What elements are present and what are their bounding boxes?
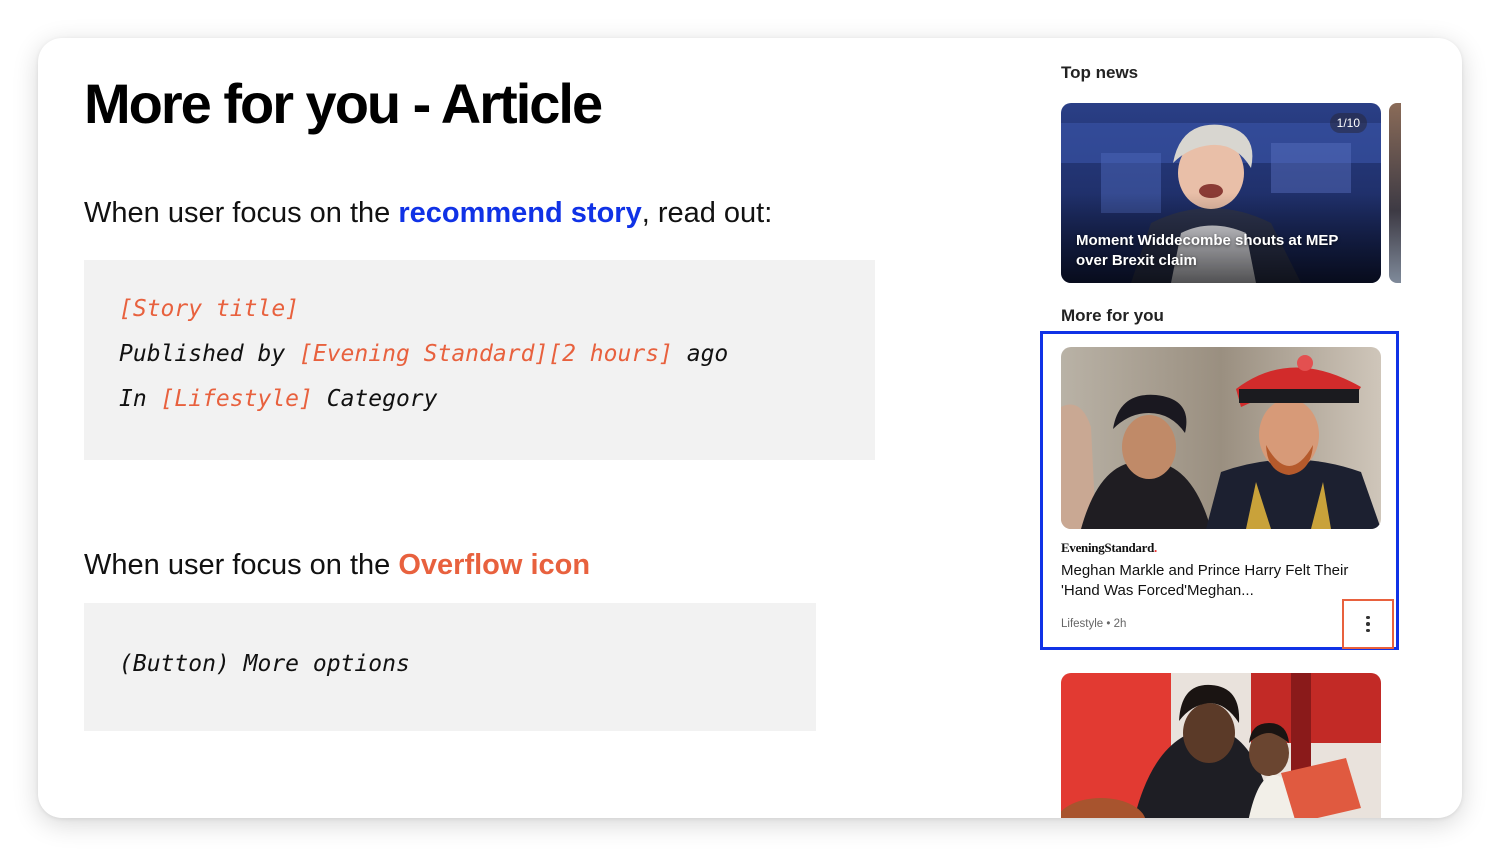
prompt-text: When user focus on the: [84, 197, 399, 229]
more-for-you-label: More for you: [1061, 306, 1164, 325]
story-title-var: [Story title]: [119, 296, 300, 322]
code-line-button: (Button) More options: [119, 651, 410, 677]
second-story-image: [1061, 673, 1381, 818]
publisher-logo-dot: .: [1154, 540, 1157, 555]
top-news-headline: Moment Widdecombe shouts at MEP over Bre…: [1076, 232, 1339, 269]
ago-text: ago: [672, 341, 729, 367]
category-text: Category: [312, 386, 438, 412]
prompt-text-end: , read out:: [641, 197, 773, 229]
code-line-1: [Story title]: [119, 296, 299, 322]
publisher-logo: EveningStandard.: [1061, 540, 1157, 556]
overflow-code-block: (Button) More options: [84, 603, 816, 731]
publisher-name: EveningStandard: [1061, 540, 1155, 555]
overflow-icon-prompt: When user focus on the Overflow icon: [84, 547, 590, 583]
top-news-card[interactable]: 1/10 Moment Widdecombe shouts at MEP ove…: [1061, 103, 1381, 283]
code-line-2: Published by [Evening Standard][2 hours]…: [119, 341, 728, 367]
in-text: In: [119, 386, 161, 412]
readout-code-block: [Story title] Published by [Evening Stan…: [84, 260, 875, 460]
recommend-story-card[interactable]: [1061, 347, 1381, 529]
prompt-text-2: When user focus on the: [84, 549, 399, 581]
page-title: More for you - Article: [84, 72, 603, 135]
story-image: [1061, 347, 1381, 529]
story-meta: Lifestyle • 2h: [1061, 618, 1127, 630]
story-title[interactable]: Meghan Markle and Prince Harry Felt Thei…: [1061, 561, 1386, 601]
overflow-focus-indicator: [1342, 599, 1394, 649]
next-top-news-card[interactable]: [1389, 103, 1401, 283]
overflow-icon-highlight: Overflow icon: [398, 549, 591, 581]
top-news-label: Top news: [1061, 63, 1139, 82]
recommend-story-prompt: When user focus on the recommend story, …: [84, 195, 772, 231]
category-var: [Lifestyle]: [160, 386, 313, 412]
recommend-story-highlight: recommend story: [398, 197, 642, 229]
published-by-text: Published by: [119, 341, 300, 367]
publisher-time-var: [Evening Standard][2 hours]: [299, 341, 673, 367]
second-story-card[interactable]: [1061, 673, 1381, 818]
slide: More for you - Article When user focus o…: [38, 38, 1462, 818]
more-vertical-icon[interactable]: [1366, 615, 1370, 633]
code-line-3: In [Lifestyle] Category: [119, 386, 438, 412]
slide-counter: 1/10: [1329, 113, 1367, 133]
